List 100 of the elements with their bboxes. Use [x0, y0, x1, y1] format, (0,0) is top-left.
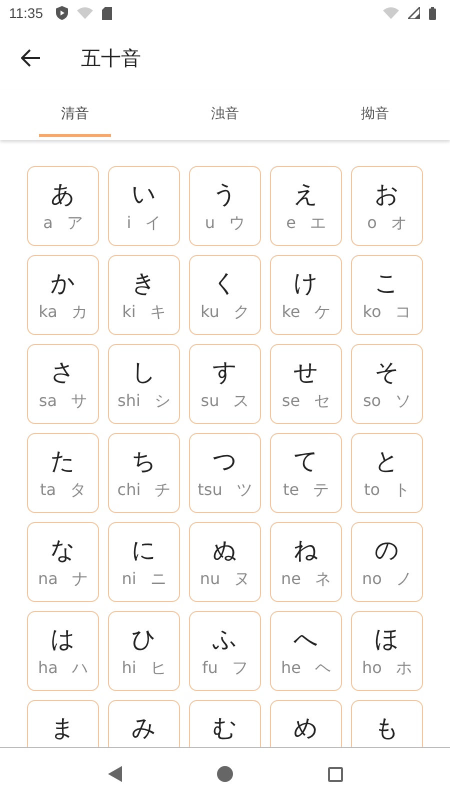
kana-card[interactable]: く ku ク: [189, 255, 261, 335]
romaji: ne: [281, 569, 301, 590]
katakana: テ: [313, 480, 330, 501]
kana-card[interactable]: に ni ニ: [108, 522, 180, 602]
hiragana: つ: [212, 446, 238, 477]
romaji: fu: [202, 658, 218, 679]
katakana: ヒ: [150, 658, 166, 679]
kana-card[interactable]: か ka カ: [27, 255, 99, 335]
katakana: ト: [394, 480, 410, 501]
romaji: ke: [282, 302, 300, 323]
kana-card[interactable]: ち chi チ: [108, 433, 180, 513]
hiragana: か: [50, 268, 76, 299]
kana-card[interactable]: あ a ア: [27, 166, 99, 246]
kana-card[interactable]: こ ko コ: [351, 255, 423, 335]
katakana: ヌ: [234, 569, 250, 590]
hiragana: さ: [50, 357, 76, 388]
kana-card[interactable]: い i イ: [108, 166, 180, 246]
hiragana: い: [132, 179, 156, 210]
kana-card[interactable]: へ he ヘ: [270, 611, 342, 691]
hiragana: ま: [50, 713, 76, 744]
kana-card[interactable]: し shi シ: [108, 344, 180, 424]
romaji: no: [362, 569, 382, 590]
hiragana: お: [374, 179, 400, 210]
katakana: ア: [66, 213, 83, 234]
hiragana: は: [50, 624, 76, 655]
romaji: shi: [118, 391, 140, 412]
kana-card[interactable]: て te テ: [270, 433, 342, 513]
signal-icon: [408, 7, 420, 19]
sd-card-icon: [102, 6, 112, 20]
romaji: chi: [117, 480, 141, 501]
katakana: キ: [150, 302, 166, 323]
romaji: te: [282, 480, 300, 501]
kana-card[interactable]: な na ナ: [27, 522, 99, 602]
katakana: ニ: [150, 569, 166, 590]
kana-card[interactable]: ね ne ネ: [270, 522, 342, 602]
katakana: サ: [71, 391, 88, 412]
katakana: ソ: [395, 391, 412, 412]
tab[interactable]: 浊音: [150, 90, 300, 140]
katakana: ノ: [396, 569, 412, 590]
katakana: ス: [233, 391, 250, 412]
romaji: so: [362, 391, 382, 412]
hiragana: ぬ: [212, 535, 238, 566]
back-icon[interactable]: [108, 766, 122, 782]
kana-card[interactable]: け ke ケ: [270, 255, 342, 335]
status-time: 11:35: [9, 5, 43, 21]
kana-card[interactable]: さ sa サ: [27, 344, 99, 424]
romaji: ni: [122, 569, 136, 590]
kana-card[interactable]: お o オ: [351, 166, 423, 246]
hiragana: ひ: [132, 624, 156, 655]
romaji: ko: [362, 302, 382, 323]
katakana: ケ: [314, 302, 330, 323]
hiragana: ほ: [374, 624, 400, 655]
kana-card[interactable]: ひ hi ヒ: [108, 611, 180, 691]
home-icon[interactable]: [216, 766, 232, 782]
kana-card[interactable]: き ki キ: [108, 255, 180, 335]
kana-card[interactable]: う u ウ: [189, 166, 261, 246]
kana-card[interactable]: ほ ho ホ: [351, 611, 423, 691]
romaji: he: [281, 658, 301, 679]
kana-card[interactable]: ふ fu フ: [189, 611, 261, 691]
hiragana: す: [212, 357, 238, 388]
kana-card[interactable]: せ se セ: [270, 344, 342, 424]
kana-card[interactable]: の no ノ: [351, 522, 423, 602]
romaji: su: [200, 391, 220, 412]
back-arrow-icon[interactable]: [21, 49, 41, 67]
romaji: i: [126, 213, 132, 234]
kana-card[interactable]: と to ト: [351, 433, 423, 513]
katakana: コ: [395, 302, 412, 323]
katakana: ネ: [314, 569, 331, 590]
katakana: タ: [70, 480, 86, 501]
katakana: フ: [232, 658, 248, 679]
hiragana: の: [374, 535, 400, 566]
romaji: ho: [362, 658, 382, 679]
kana-card[interactable]: す su ス: [189, 344, 261, 424]
tab[interactable]: 清音: [0, 90, 150, 140]
kana-card[interactable]: え e エ: [270, 166, 342, 246]
romaji: ka: [38, 302, 58, 323]
romaji: ku: [200, 302, 220, 323]
recents-icon[interactable]: [328, 766, 342, 782]
romaji: nu: [200, 569, 220, 590]
kana-card[interactable]: は ha ハ: [27, 611, 99, 691]
hiragana: そ: [374, 357, 400, 388]
kana-card[interactable]: ぬ nu ヌ: [189, 522, 261, 602]
katakana: ウ: [229, 213, 246, 234]
romaji: a: [43, 213, 53, 234]
battery-icon: [429, 6, 436, 20]
romaji: ki: [122, 302, 136, 323]
kana-card[interactable]: そ so ソ: [351, 344, 423, 424]
hiragana: く: [212, 268, 238, 299]
tab[interactable]: 拗音: [300, 90, 450, 140]
hiragana: と: [374, 446, 400, 477]
kana-card[interactable]: つ tsu ツ: [189, 433, 261, 513]
kana-card[interactable]: た ta タ: [27, 433, 99, 513]
romaji: tsu: [198, 480, 222, 501]
katakana: ナ: [72, 569, 88, 590]
wifi-icon: [77, 7, 93, 19]
hiragana: ち: [132, 446, 156, 477]
hiragana: こ: [374, 268, 400, 299]
katakana: オ: [390, 213, 407, 234]
hiragana: な: [50, 535, 76, 566]
romaji: e: [286, 213, 296, 234]
